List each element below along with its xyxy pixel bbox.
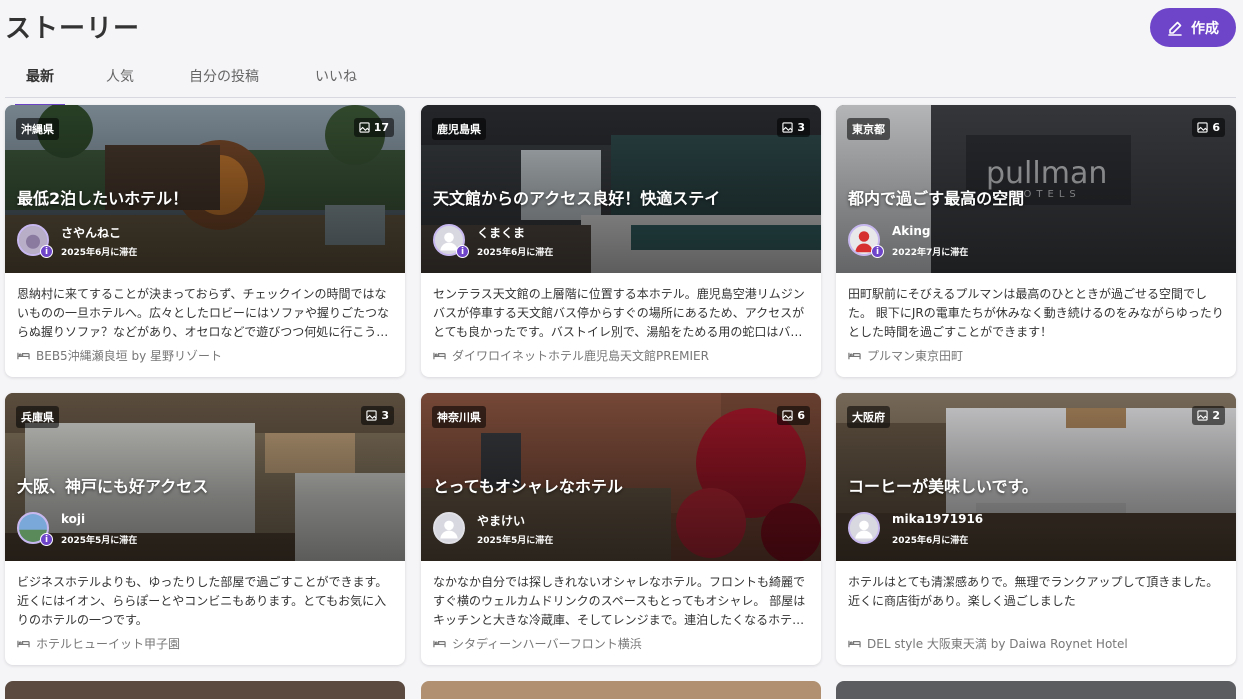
verified-icon: i [871, 245, 884, 258]
tab-latest[interactable]: 最新 [15, 66, 65, 106]
image-count-badge: 3 [777, 118, 810, 137]
image-icon [782, 410, 793, 421]
image-count-badge: 2 [1192, 406, 1225, 425]
page-title: ストーリー [5, 14, 141, 44]
story-card-peek[interactable] [836, 681, 1236, 699]
bed-icon [433, 352, 446, 360]
person-icon [435, 514, 463, 542]
create-button[interactable]: 作成 [1150, 8, 1236, 47]
story-card[interactable]: 神奈川県 6 とってもオシャレなホテル やまけい 2025年5月に滞在 なかなか… [421, 393, 821, 665]
prefecture-badge: 神奈川県 [432, 406, 486, 428]
image-icon [359, 122, 370, 133]
hotel-link[interactable]: プルマン東京田町 [848, 347, 963, 364]
create-label: 作成 [1191, 20, 1219, 37]
username[interactable]: mika1971916 [892, 512, 983, 526]
card-title: 天文館からのアクセス良好！快適ステイ [433, 189, 721, 208]
avatar[interactable] [848, 512, 880, 544]
tab-my-posts[interactable]: 自分の投稿 [189, 66, 259, 97]
card-description: ホテルはとても清潔感ありで。無理でランクアップして頂きました。近くに商店街があり… [848, 575, 1219, 608]
prefecture-badge: 沖縄県 [16, 118, 59, 140]
image-icon [366, 410, 377, 421]
username[interactable]: Aking [892, 224, 931, 238]
card-title: 都内で過ごす最高の空間 [848, 189, 1025, 208]
story-card-peek[interactable] [5, 681, 405, 699]
hotel-link[interactable]: ダイワロイネットホテル鹿児島天文館PREMIER [433, 347, 709, 364]
card-description: 恩納村に来てすることが決まっておらず、チェックインの時間ではないものの一旦ホテル… [17, 287, 390, 339]
prefecture-badge: 東京都 [847, 118, 890, 140]
bed-icon [848, 640, 861, 648]
username[interactable]: koji [61, 512, 85, 526]
pencil-icon [1168, 21, 1182, 36]
hotel-link[interactable]: BEB5沖縄瀬良垣 by 星野リゾート [17, 347, 222, 364]
stay-date: 2022年7月に滞在 [892, 248, 969, 258]
stay-date: 2025年6月に滞在 [477, 248, 554, 258]
stay-date: 2025年5月に滞在 [61, 536, 138, 546]
bed-icon [848, 352, 861, 360]
story-card[interactable]: 大阪府 2 コーヒーが美味しいです。 mika1971916 2025年6月に滞… [836, 393, 1236, 665]
image-icon [1197, 122, 1208, 133]
username[interactable]: さやんねこ [61, 224, 121, 241]
stay-date: 2025年5月に滞在 [477, 536, 554, 546]
story-card-peek[interactable] [421, 681, 821, 699]
person-icon [850, 514, 878, 542]
bed-icon [17, 352, 30, 360]
image-count-badge: 17 [353, 118, 394, 137]
card-title: 最低2泊したいホテル！ [17, 189, 189, 208]
story-card[interactable]: 沖縄県 17 最低2泊したいホテル！ i さやんねこ 2025年6月に滞在 恩納… [5, 105, 405, 377]
hotel-link[interactable]: ホテルヒューイット甲子園 [17, 635, 180, 652]
card-title: とってもオシャレなホテル [433, 477, 623, 496]
verified-icon: i [456, 245, 469, 258]
story-card[interactable]: 兵庫県 3 大阪、神戸にも好アクセス i koji 2025年5月に滞在 ビジネ… [5, 393, 405, 665]
tab-bar: 最新 人気 自分の投稿 いいね [5, 58, 1236, 106]
image-count-badge: 6 [1192, 118, 1225, 137]
image-icon [1197, 410, 1208, 421]
username[interactable]: やまけい [477, 512, 525, 529]
card-title: 大阪、神戸にも好アクセス [17, 477, 209, 496]
card-description: ビジネスホテルよりも、ゆったりした部屋で過ごすことができます。近くにはイオン、ら… [17, 575, 388, 627]
verified-icon: i [40, 533, 53, 546]
card-description: センテラス天文館の上層階に位置する本ホテル。鹿児島空港リムジンバスが停車する天文… [433, 287, 805, 339]
bed-icon [17, 640, 30, 648]
hotel-link[interactable]: シタディーンハーバーフロント横浜 [433, 635, 642, 652]
prefecture-badge: 大阪府 [847, 406, 890, 428]
tab-likes[interactable]: いいね [315, 66, 357, 97]
prefecture-badge: 兵庫県 [16, 406, 59, 428]
bed-icon [433, 640, 446, 648]
story-card[interactable]: 鹿児島県 3 天文館からのアクセス良好！快適ステイ i くまくま 2025年6月… [421, 105, 821, 377]
story-card[interactable]: pullman HOTELS 東京都 6 都内で過ごす最高の空間 i Aking… [836, 105, 1236, 377]
tab-popular[interactable]: 人気 [106, 66, 134, 97]
stay-date: 2025年6月に滞在 [61, 248, 138, 258]
card-description: 田町駅前にそびえるプルマンは最高のひとときが過ごせる空間でした。 眼下にJRの電… [848, 287, 1224, 339]
prefecture-badge: 鹿児島県 [432, 118, 486, 140]
stay-date: 2025年6月に滞在 [892, 536, 969, 546]
hotel-link[interactable]: DEL style 大阪東天満 by Daiwa Roynet Hotel [848, 635, 1128, 652]
image-icon [782, 122, 793, 133]
username[interactable]: くまくま [477, 224, 525, 241]
card-title: コーヒーが美味しいです。 [848, 477, 1038, 496]
card-description: なかなか自分では探しきれないオシャレなホテル。フロントも綺麗ですぐ横のウェルカム… [433, 575, 806, 627]
image-count-badge: 6 [777, 406, 810, 425]
verified-icon: i [40, 245, 53, 258]
avatar[interactable] [433, 512, 465, 544]
image-count-badge: 3 [361, 406, 394, 425]
